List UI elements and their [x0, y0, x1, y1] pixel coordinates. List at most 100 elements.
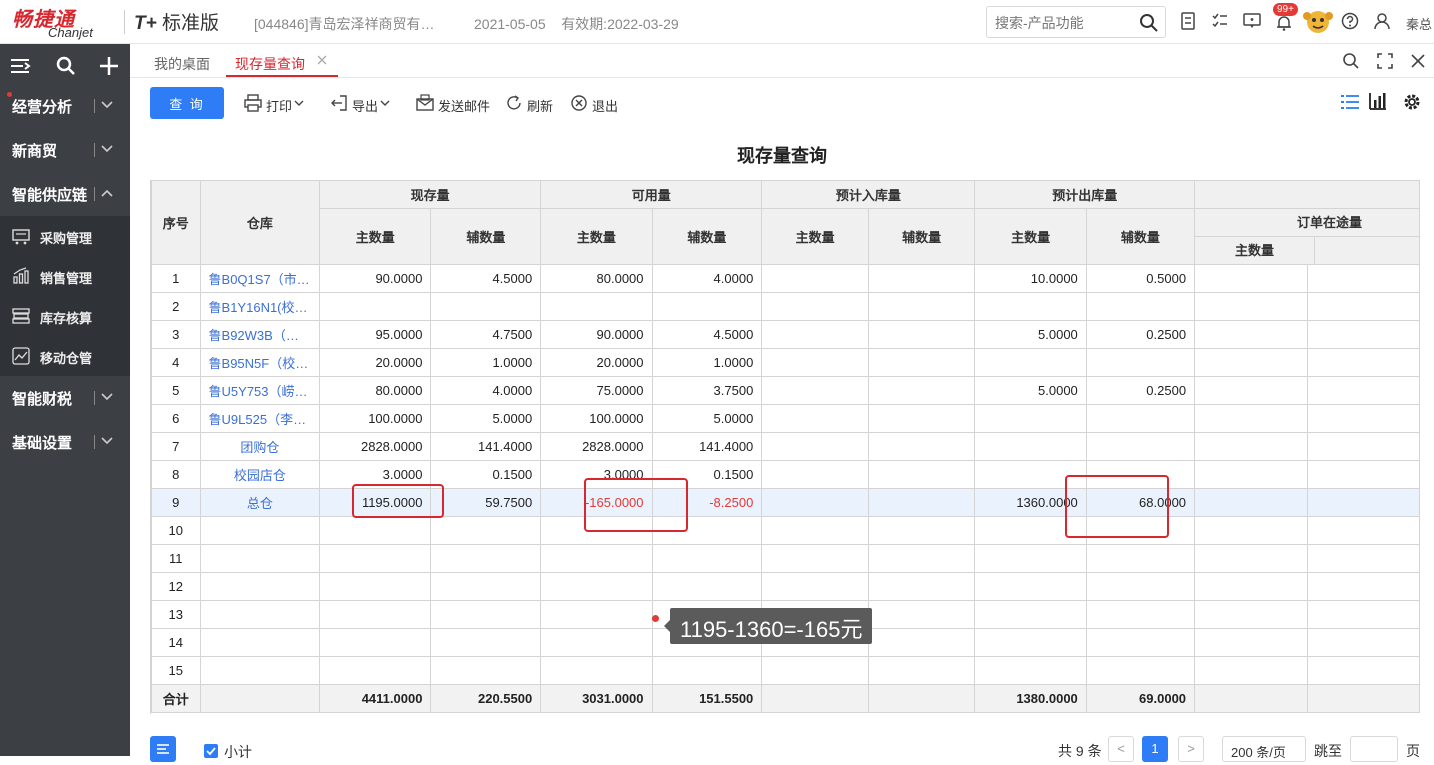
total-out-main: 1380.0000 [974, 684, 1087, 713]
mascot-icon[interactable] [1300, 6, 1336, 36]
table-row[interactable]: 1 鲁B0Q1S7（市… 90.0000 4.5000 80.0000 4.0000 10.… [151, 264, 1420, 293]
page-title: 现存量查询 [737, 146, 827, 166]
cart-icon [12, 229, 30, 245]
row-seq: 5 [151, 376, 201, 405]
fullscreen-icon[interactable] [1376, 52, 1394, 73]
export-button[interactable]: 导出 [330, 94, 392, 114]
sidebar-item-sales[interactable]: 销售管理 [0, 256, 130, 296]
warehouse-link[interactable]: 鲁U9L525（李… [199, 404, 321, 433]
subtotal-label[interactable]: 小计 [224, 742, 252, 762]
table-row[interactable]: 6 鲁U9L525（李… 100.0000 5.0000 100.0000 5.0000 [151, 404, 1420, 433]
warehouse-link[interactable]: 鲁B0Q1S7（市… [199, 264, 321, 293]
cell-out-main [974, 656, 1087, 685]
warehouse-link[interactable]: 鲁B95N5F（校… [199, 348, 321, 377]
header-sub-main[interactable]: 主数量 [761, 208, 869, 265]
header-available: 可用量 [540, 180, 763, 209]
menu-toggle-icon[interactable] [8, 54, 32, 78]
search-icon[interactable] [54, 54, 78, 78]
separator [94, 143, 95, 157]
sidebar-item-purchase[interactable]: 采购管理 [0, 216, 130, 256]
next-page-button[interactable]: > [1178, 736, 1204, 762]
header-sub-main[interactable]: 主数量 [1196, 237, 1316, 264]
table-row[interactable]: 4 鲁B95N5F（校… 20.0000 1.0000 20.0000 1.0000 [151, 348, 1420, 377]
bell-icon[interactable] [1275, 14, 1295, 34]
header-sub-aux[interactable]: 辅数量 [1085, 208, 1196, 265]
table-row[interactable]: 2 鲁B1Y16N1(校… [151, 292, 1420, 321]
table-row[interactable]: 3 鲁B92W3B（… 95.0000 4.7500 90.0000 4.5000 5.00… [151, 320, 1420, 349]
sidebar-item-mobile-warehouse[interactable]: 移动仓管 [0, 336, 130, 376]
header-sub-main[interactable]: 主数量 [540, 208, 653, 265]
table-row[interactable]: 9 总仓 1195.0000 59.7500 -165.0000 -8.2500 1360.… [151, 488, 1420, 517]
send-mail-button[interactable]: 发送邮件 [416, 94, 490, 114]
cell-order-main [1194, 572, 1308, 601]
query-button[interactable]: 查 询 [150, 87, 224, 119]
header-sub-aux[interactable]: 辅数量 [651, 208, 763, 265]
warehouse-link[interactable]: 鲁B92W3B（… [199, 320, 321, 349]
add-icon[interactable] [97, 54, 121, 78]
table-row[interactable]: 12 [151, 572, 1420, 601]
list-view-icon[interactable] [1340, 92, 1360, 115]
help-icon[interactable] [1341, 12, 1361, 32]
header-sub-main[interactable]: 主数量 [974, 208, 1087, 265]
refresh-button[interactable]: 刷新 [505, 94, 555, 114]
warehouse-link[interactable]: 鲁B1Y16N1(校… [199, 292, 321, 321]
cell-overflow [1306, 404, 1420, 433]
warehouse-link[interactable]: 团购仓 [199, 432, 321, 461]
cell-in-main [761, 292, 869, 321]
sidebar-group-finance-tax[interactable]: 智能财税 [0, 376, 130, 420]
cell-avail-aux [651, 656, 763, 685]
search-icon[interactable] [1342, 52, 1360, 73]
cell-avail-main [540, 544, 653, 573]
column-settings-icon[interactable] [150, 736, 176, 762]
jump-page-input[interactable] [1350, 736, 1398, 762]
header-current-stock: 现存量 [319, 180, 542, 209]
header-sub-aux[interactable]: 辅数量 [430, 208, 542, 265]
gear-icon[interactable] [1402, 92, 1422, 115]
exit-button[interactable]: 退出 [570, 94, 620, 114]
table-row[interactable]: 8 校园店仓 3.0000 0.1500 3.0000 0.1500 [151, 460, 1420, 489]
cell-out-aux: 0.2500 [1085, 320, 1196, 349]
user-name[interactable]: 秦总 [1406, 14, 1432, 33]
table-row[interactable]: 7 团购仓 2828.0000 141.4000 2828.0000 141.4000 [151, 432, 1420, 461]
row-seq: 15 [151, 656, 201, 685]
row-seq: 10 [151, 516, 201, 545]
table-row[interactable]: 10 [151, 516, 1420, 545]
search-icon[interactable] [1139, 13, 1159, 36]
search-input[interactable] [995, 13, 1135, 33]
cell-avail-main: 2828.0000 [540, 432, 653, 461]
highlight-expected-out [1065, 475, 1169, 538]
warehouse-link[interactable]: 鲁U5Y753（崂… [199, 376, 321, 405]
table-row[interactable]: 5 鲁U5Y753（崂… 80.0000 4.0000 75.0000 3.7500 5.0… [151, 376, 1420, 405]
cell-overflow [1306, 684, 1420, 713]
prev-page-button[interactable]: < [1108, 736, 1134, 762]
sidebar-group-basic-settings[interactable]: 基础设置 [0, 420, 130, 464]
product-search[interactable] [986, 6, 1166, 38]
sidebar-item-inventory-accounting[interactable]: 库存核算 [0, 296, 130, 336]
table-row[interactable]: 11 [151, 544, 1420, 573]
tab-my-desktop[interactable]: 我的桌面 [154, 54, 210, 74]
checklist-icon[interactable] [1211, 12, 1231, 32]
cell-cur-aux: 141.4000 [430, 432, 542, 461]
sidebar-group-analysis[interactable]: 经营分析 [0, 84, 130, 128]
page-1-button[interactable]: 1 [1142, 736, 1168, 762]
bar-chart-icon[interactable] [1368, 91, 1388, 114]
header-sub-aux[interactable]: 辅数量 [867, 208, 976, 265]
header-warehouse[interactable]: 仓库 [199, 180, 321, 265]
sidebar-group-new-trade[interactable]: 新商贸 [0, 128, 130, 172]
page-size-select[interactable]: 200 条/页 [1222, 736, 1306, 762]
cell-cur-main: 95.0000 [319, 320, 432, 349]
warehouse-link[interactable]: 校园店仓 [199, 460, 321, 489]
calculator-icon[interactable] [1180, 12, 1200, 32]
tab-stock-query[interactable]: 现存量查询 [235, 54, 305, 74]
chanjet-logo[interactable]: 畅捷通 Chanjet [12, 3, 116, 41]
user-icon[interactable] [1373, 12, 1393, 32]
tab-close-icon[interactable] [316, 54, 328, 69]
print-button[interactable]: 打印 [244, 94, 306, 114]
message-icon[interactable] [1243, 12, 1263, 32]
sidebar-group-supply-chain[interactable]: 智能供应链 [0, 172, 130, 216]
warehouse-link[interactable]: 总仓 [199, 488, 321, 517]
header-sub-main[interactable]: 主数量 [319, 208, 432, 265]
cell-avail-aux: 1.0000 [651, 348, 763, 377]
table-row[interactable]: 15 [151, 656, 1420, 685]
close-icon[interactable] [1409, 52, 1427, 73]
